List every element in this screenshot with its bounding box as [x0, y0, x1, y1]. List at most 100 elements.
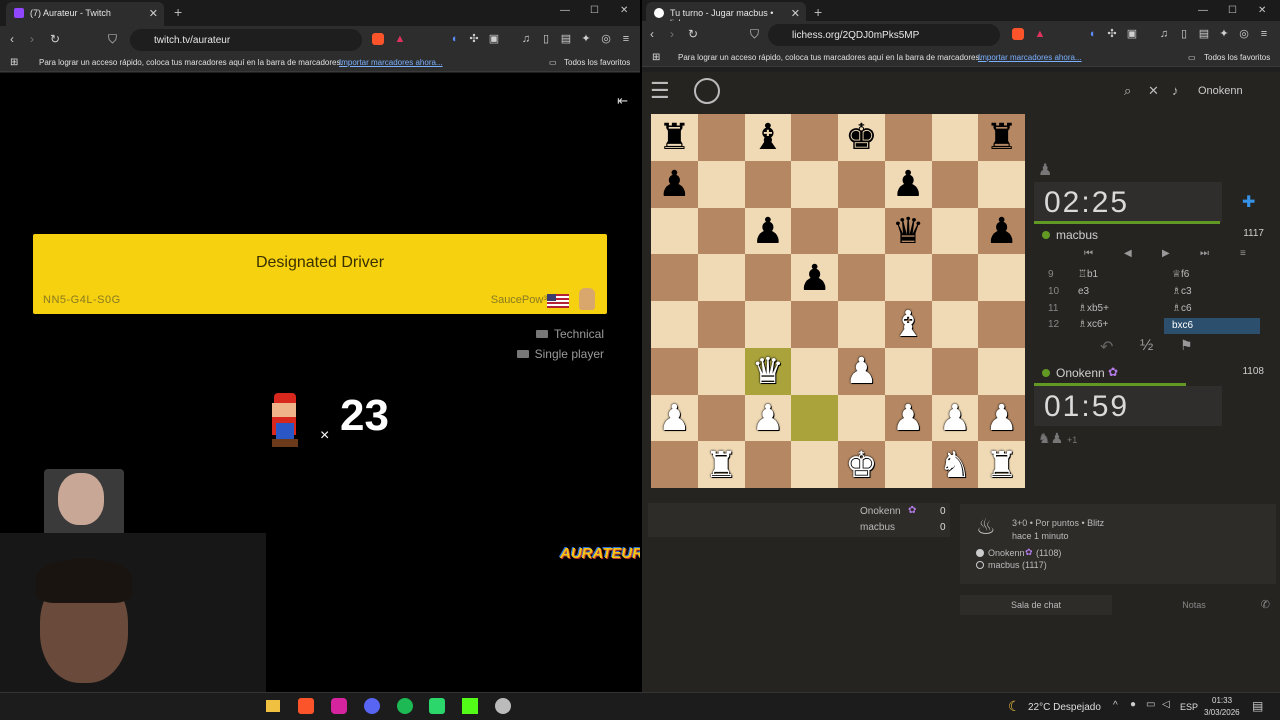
collapse-chat-icon[interactable]: ⇤: [617, 93, 628, 109]
square-a7[interactable]: ♟: [651, 160, 698, 208]
sidebar-icon[interactable]: ▯: [1178, 28, 1190, 40]
notifications-icon[interactable]: ♪: [1172, 83, 1179, 98]
square-a3[interactable]: [651, 347, 698, 395]
white-knight-icon[interactable]: ♞: [939, 446, 971, 483]
square-c8[interactable]: ♝: [744, 114, 792, 161]
square-d1[interactable]: [791, 441, 838, 488]
black-pawn-icon[interactable]: ♟: [985, 212, 1017, 249]
first-move-icon[interactable]: ⏮: [1084, 248, 1093, 259]
opponent-player[interactable]: macbus 1117: [1034, 226, 1264, 248]
square-e8[interactable]: ♚: [838, 114, 885, 161]
square-g4[interactable]: [931, 301, 979, 348]
hamburger-menu-icon[interactable]: ☰: [650, 78, 670, 104]
square-f7[interactable]: ♟: [884, 160, 932, 208]
square-g5[interactable]: [931, 254, 979, 301]
file-explorer-icon[interactable]: [266, 700, 280, 712]
square-b7[interactable]: [697, 160, 745, 208]
network-icon[interactable]: ▭: [1146, 699, 1155, 710]
square-c5[interactable]: [744, 254, 792, 301]
menu-icon[interactable]: ≡: [1258, 28, 1270, 40]
move-white[interactable]: ♗xb5+: [1078, 303, 1109, 314]
white-bishop-icon[interactable]: ♝: [892, 306, 924, 342]
tray-chevron-icon[interactable]: ^: [1113, 700, 1118, 711]
bookmark-icon[interactable]: ⛉: [108, 32, 117, 47]
address-bar[interactable]: lichess.org/2QDJ0mPks5MP: [768, 24, 1000, 46]
brave-icon[interactable]: [298, 698, 314, 714]
square-g2[interactable]: ♟: [931, 394, 979, 442]
reload-icon[interactable]: ↻: [688, 27, 698, 41]
all-bookmarks-link[interactable]: Todos los favoritos: [564, 58, 630, 67]
vpn-icon[interactable]: ◎: [1238, 28, 1250, 40]
square-d2[interactable]: [791, 394, 838, 442]
wallet2-icon[interactable]: ▤: [560, 33, 572, 45]
square-d4[interactable]: [791, 301, 838, 348]
square-a5[interactable]: [651, 254, 698, 301]
app-green-icon[interactable]: [429, 698, 445, 714]
white-pawn-icon[interactable]: ♟: [658, 399, 690, 436]
white-player[interactable]: Onokenn: [988, 548, 1025, 558]
music-icon[interactable]: ♫: [520, 33, 532, 45]
wallet-icon[interactable]: ◖: [448, 33, 460, 45]
square-h6[interactable]: ♟: [978, 207, 1025, 255]
square-h7[interactable]: [978, 160, 1025, 208]
square-b6[interactable]: [697, 207, 745, 255]
extensions-icon[interactable]: ✣: [468, 33, 480, 45]
square-e1[interactable]: ♚: [838, 441, 885, 488]
minimize-icon[interactable]: —: [1198, 5, 1208, 16]
square-d5[interactable]: ♟: [791, 254, 838, 301]
maximize-icon[interactable]: ☐: [590, 5, 599, 16]
close-tab-icon[interactable]: ✕: [791, 7, 800, 20]
square-b1[interactable]: ♜: [697, 441, 745, 488]
square-a4[interactable]: [651, 301, 698, 348]
square-a1[interactable]: [651, 441, 698, 488]
all-bookmarks-link[interactable]: Todos los favoritos: [1204, 53, 1270, 62]
phone-icon[interactable]: ✆: [1261, 598, 1270, 611]
square-c6[interactable]: ♟: [744, 207, 792, 255]
square-b8[interactable]: [697, 114, 745, 161]
extensions-icon[interactable]: ✣: [1106, 28, 1118, 40]
black-queen-icon[interactable]: ♛: [892, 212, 924, 249]
apps-grid-icon[interactable]: ⊞: [10, 57, 18, 68]
square-g7[interactable]: [931, 160, 979, 208]
black-player[interactable]: macbus (1117): [988, 560, 1047, 570]
square-f6[interactable]: ♛: [884, 207, 932, 255]
square-b5[interactable]: [697, 254, 745, 301]
square-d6[interactable]: [791, 207, 838, 255]
close-window-icon[interactable]: ✕: [620, 5, 628, 16]
mic-icon[interactable]: ●: [1130, 699, 1136, 710]
black-rook-icon[interactable]: ♜: [985, 119, 1017, 155]
square-f4[interactable]: ♝: [884, 301, 932, 348]
black-pawn-icon[interactable]: ♟: [892, 166, 924, 202]
square-c7[interactable]: [744, 160, 792, 208]
import-bookmarks-link[interactable]: Importar marcadores ahora...: [978, 53, 1082, 62]
wallet-icon[interactable]: ◖: [1086, 28, 1098, 40]
stream-video[interactable]: ⇤ Designated Driver NN5-G4L-S0G SaucePow…: [0, 73, 640, 692]
offer-draw-button[interactable]: ½: [1140, 337, 1153, 355]
square-f3[interactable]: [884, 347, 932, 395]
square-b3[interactable]: [697, 347, 745, 395]
user-menu[interactable]: Onokenn: [1198, 85, 1243, 97]
obs-icon[interactable]: [495, 698, 511, 714]
square-c4[interactable]: [744, 301, 792, 348]
weather-text[interactable]: 22°C Despejado: [1028, 702, 1101, 713]
back-icon[interactable]: ‹: [650, 27, 654, 41]
takeback-icon[interactable]: ↶: [1100, 337, 1113, 357]
reload-icon[interactable]: ↻: [50, 32, 60, 46]
square-h2[interactable]: ♟: [978, 394, 1025, 442]
menu-icon[interactable]: ≡: [620, 33, 632, 45]
square-e2[interactable]: [838, 394, 885, 442]
rewards-icon[interactable]: ▲: [1034, 28, 1046, 40]
white-rook-icon[interactable]: ♜: [985, 446, 1017, 483]
leo-icon[interactable]: ✦: [580, 33, 592, 45]
white-king-icon[interactable]: ♚: [845, 446, 877, 483]
address-bar[interactable]: twitch.tv/aurateur: [130, 29, 362, 51]
tab-twitch[interactable]: (7) Aurateur - Twitch ✕: [6, 2, 164, 26]
next-move-icon[interactable]: ▶: [1162, 248, 1170, 259]
white-pawn-icon[interactable]: ♟: [892, 399, 924, 436]
new-tab-icon[interactable]: +: [174, 4, 182, 20]
white-queen-icon[interactable]: ♛: [752, 353, 784, 389]
square-c3[interactable]: ♛: [744, 347, 792, 395]
spotify-icon[interactable]: [397, 698, 413, 714]
leo-icon[interactable]: ✦: [1218, 28, 1230, 40]
black-pawn-icon[interactable]: ♟: [798, 259, 830, 296]
